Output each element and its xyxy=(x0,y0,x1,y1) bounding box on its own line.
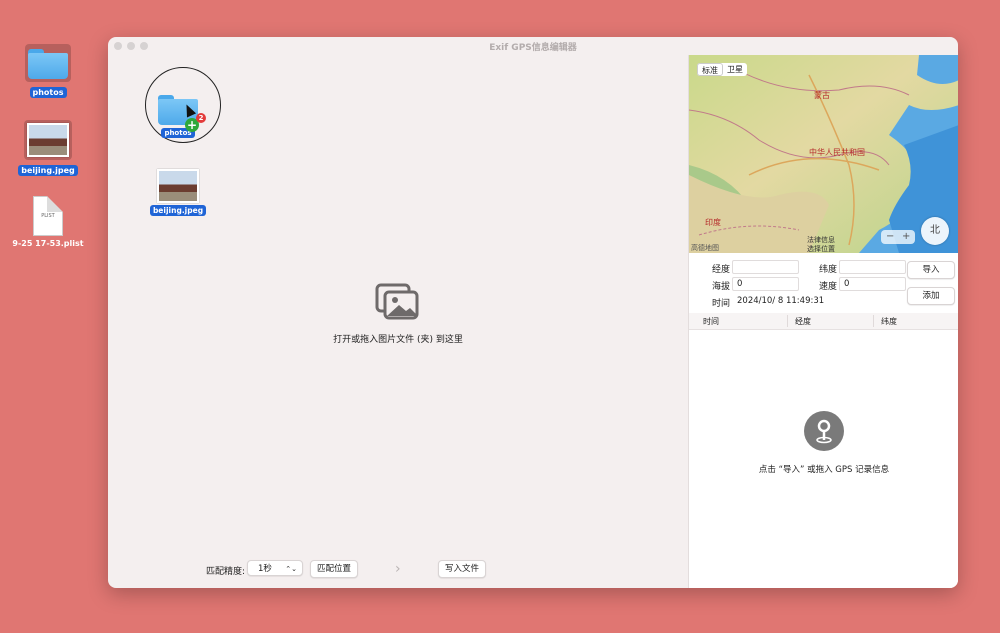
dropped-file-label: beijing.jpeg xyxy=(149,205,207,216)
altitude-label: 海拔 xyxy=(712,282,731,292)
drop-hint-text: 打开或拖入图片文件 (夹) 到这里 xyxy=(333,335,463,345)
updown-chevron-icon: ⌃⌄ xyxy=(285,565,297,573)
image-thumbnail-icon xyxy=(157,169,199,203)
time-label: 时间 xyxy=(712,299,731,309)
desktop-item-label: beijing.jpeg xyxy=(18,165,78,176)
map-view[interactable]: 标准 卫星 蒙古 中华人民共和国 印度 高德地图 选择位置 法律信息 − + 北 xyxy=(689,55,958,253)
desktop-selection-highlight xyxy=(24,120,72,160)
records-empty-state: 点击 “导入” 或拖入 GPS 记录信息 xyxy=(689,411,958,475)
map-mode-standard[interactable]: 标准 xyxy=(697,63,723,76)
records-empty-hint: 点击 “导入” 或拖入 GPS 记录信息 xyxy=(758,465,890,475)
photos-icon xyxy=(375,283,419,320)
add-button[interactable]: 添加 xyxy=(907,287,955,305)
write-file-button[interactable]: 写入文件 xyxy=(438,560,486,578)
desktop-item-label: 9-25 17-53.plist xyxy=(12,239,84,248)
zoom-in-button[interactable]: + xyxy=(902,230,910,244)
window-title: Exif GPS信息编辑器 xyxy=(489,43,577,53)
match-location-button[interactable]: 匹配位置 xyxy=(310,560,358,578)
image-thumbnail-icon xyxy=(27,123,69,157)
compass-icon[interactable]: 北 xyxy=(921,217,949,245)
records-table-header: 时间 经度 纬度 xyxy=(689,313,958,330)
map-mode-segmented-control[interactable]: 标准 卫星 xyxy=(697,63,747,76)
column-header-longitude[interactable]: 经度 xyxy=(795,316,811,327)
map-attribution: 高德地图 xyxy=(691,244,719,252)
desktop-selection-highlight xyxy=(25,44,71,82)
map-location-tip: 选择位置 xyxy=(807,245,835,253)
plist-document-icon: PLIST xyxy=(33,196,63,236)
desktop-item-plist[interactable]: PLIST 9-25 17-53.plist xyxy=(8,196,88,249)
location-pin-icon xyxy=(804,411,844,451)
map-label-india: 印度 xyxy=(705,218,721,227)
longitude-label: 经度 xyxy=(712,265,731,275)
match-precision-select[interactable]: 1秒 ⌃⌄ xyxy=(247,560,303,576)
speed-label: 速度 xyxy=(819,282,838,292)
longitude-field[interactable] xyxy=(732,260,799,274)
latitude-label: 纬度 xyxy=(819,265,838,275)
map-zoom-control: − + xyxy=(881,230,915,244)
map-label-china: 中华人民共和国 xyxy=(809,148,865,157)
document-type-label: PLIST xyxy=(41,213,55,219)
desktop-item-label: photos xyxy=(29,87,67,98)
folder-icon xyxy=(28,47,68,79)
map-mode-satellite[interactable]: 卫星 xyxy=(723,63,747,76)
drag-count-badge: 2 xyxy=(196,113,206,123)
desktop-item-beijing-jpeg[interactable]: beijing.jpeg xyxy=(8,120,88,176)
column-divider xyxy=(787,315,788,327)
match-precision-label: 匹配精度: xyxy=(206,567,246,577)
altitude-field[interactable]: 0 xyxy=(732,277,799,291)
column-divider xyxy=(873,315,874,327)
map-label-mongolia: 蒙古 xyxy=(814,91,830,100)
gps-panel: 标准 卫星 蒙古 中华人民共和国 印度 高德地图 选择位置 法律信息 − + 北… xyxy=(688,55,958,588)
time-field[interactable]: 2024/10/ 8 11:49:31 xyxy=(732,294,828,308)
bottom-toolbar: 匹配精度: 1秒 ⌃⌄ 匹配位置 › 写入文件 xyxy=(108,560,688,582)
column-header-latitude[interactable]: 纬度 xyxy=(881,316,897,327)
column-header-time[interactable]: 时间 xyxy=(703,316,719,327)
match-precision-value: 1秒 xyxy=(258,564,272,574)
map-legal-link[interactable]: 法律信息 xyxy=(807,235,835,245)
dropped-file-item[interactable]: beijing.jpeg xyxy=(138,169,218,216)
desktop-item-photos[interactable]: photos xyxy=(8,44,88,98)
photo-drop-area[interactable]: photos + 2 beijing.jpeg 打开或拖入图片文件 (夹) 到这… xyxy=(108,55,688,588)
drop-hint: 打开或拖入图片文件 (夹) 到这里 xyxy=(108,283,688,345)
next-arrow-icon[interactable]: › xyxy=(395,561,401,577)
speed-field[interactable]: 0 xyxy=(839,277,906,291)
zoom-out-button[interactable]: − xyxy=(886,230,894,244)
title-bar: Exif GPS信息编辑器 xyxy=(108,37,958,55)
latitude-field[interactable] xyxy=(839,260,906,274)
app-window: Exif GPS信息编辑器 photos + 2 beijing.jpeg 打开… xyxy=(108,37,958,588)
import-button[interactable]: 导入 xyxy=(907,261,955,279)
